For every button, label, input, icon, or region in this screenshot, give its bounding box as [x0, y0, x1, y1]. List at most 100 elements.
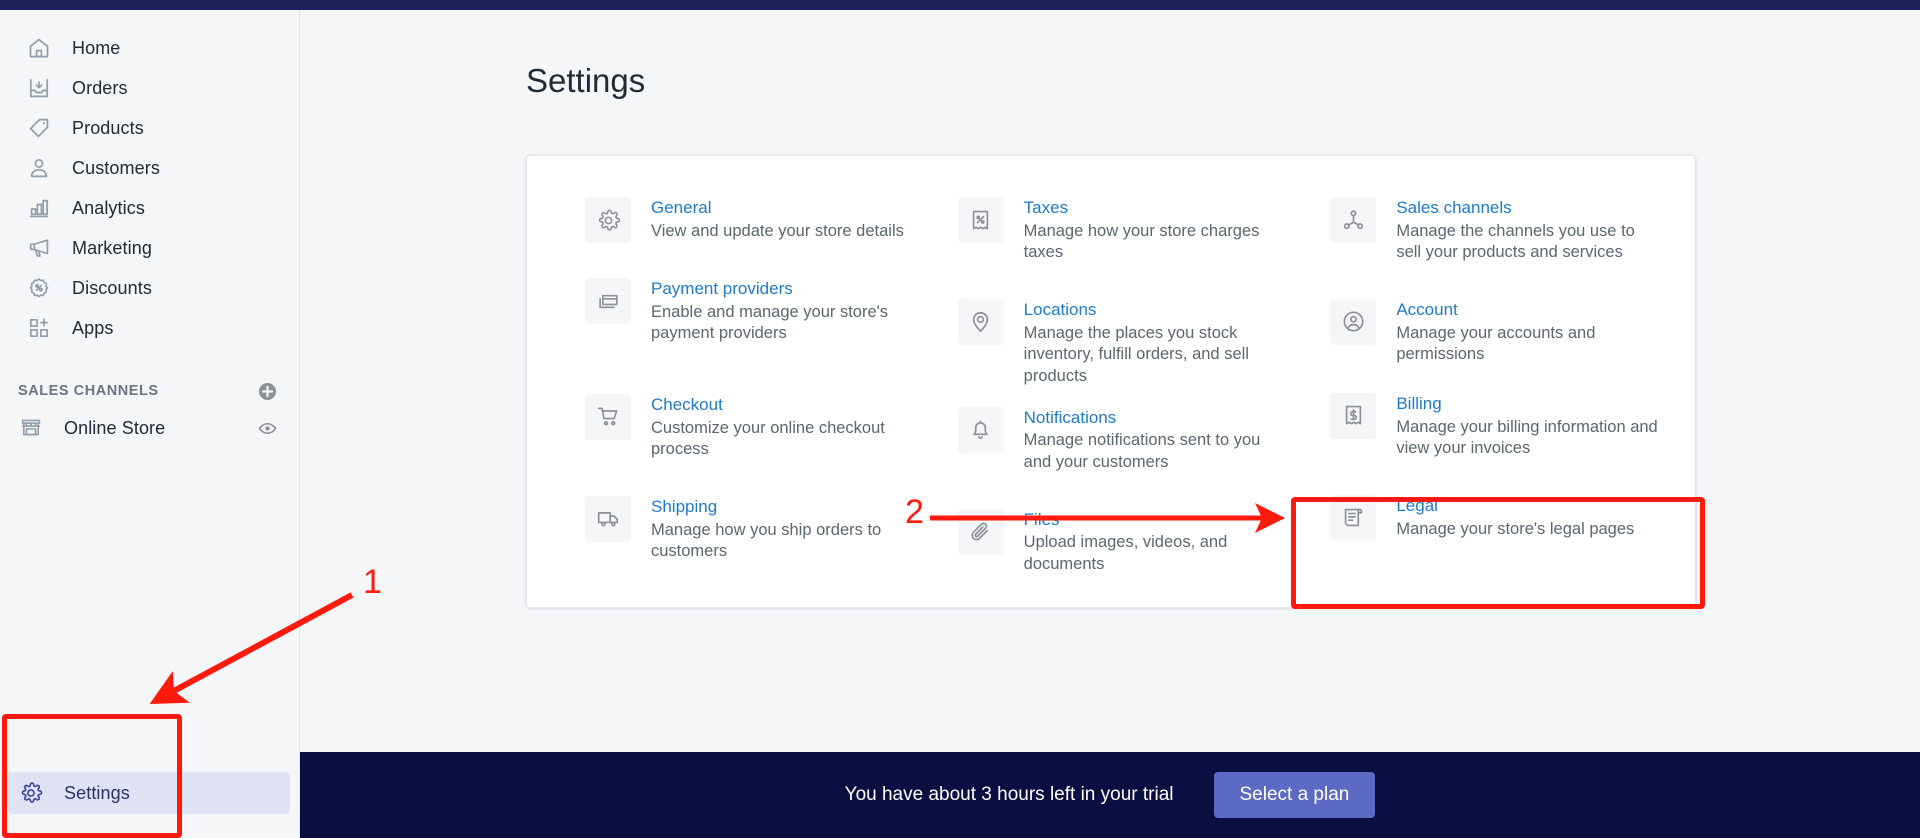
account-circle-icon	[1330, 298, 1377, 345]
setting-description: Manage how your store charges taxes	[1023, 221, 1260, 262]
page-title: Settings	[526, 62, 646, 99]
setting-title[interactable]: Shipping	[651, 496, 916, 518]
setting-title[interactable]: Notifications	[1024, 407, 1289, 429]
setting-title[interactable]: General	[651, 197, 904, 219]
setting-account[interactable]: Account Manage your accounts and permiss…	[1302, 296, 1665, 368]
sidebar-item-settings[interactable]: Settings	[8, 772, 290, 814]
cart-icon	[585, 393, 631, 440]
setting-files[interactable]: Files Upload images, videos, and documen…	[930, 506, 1293, 578]
setting-title[interactable]: Account	[1396, 299, 1661, 321]
select-a-plan-button[interactable]: Select a plan	[1213, 772, 1376, 818]
sidebar: Home Orders Products Customers Analytics…	[0, 10, 300, 838]
setting-text: Files Upload images, videos, and documen…	[1024, 508, 1289, 576]
plus-circle-icon[interactable]	[258, 382, 277, 401]
setting-locations[interactable]: Locations Manage the places you stock in…	[930, 296, 1293, 390]
sales-channels-title: SALES CHANNELS	[18, 383, 159, 399]
sidebar-item-label: Analytics	[72, 197, 145, 218]
setting-payment-providers[interactable]: Payment providers Enable and manage your…	[557, 275, 920, 347]
sidebar-item-label: Home	[72, 37, 121, 58]
setting-taxes[interactable]: Taxes Manage how your store charges taxe…	[930, 194, 1293, 266]
setting-title[interactable]: Sales channels	[1396, 197, 1661, 219]
sidebar-item-label: Discounts	[72, 277, 152, 298]
column-spacer	[1302, 368, 1665, 390]
settings-card: General View and update your store detai…	[526, 155, 1696, 609]
home-icon	[26, 35, 52, 61]
setting-shipping[interactable]: Shipping Manage how you ship orders to c…	[557, 493, 920, 565]
setting-description: Customize your online checkout process	[651, 418, 885, 459]
setting-description: Manage the channels you use to sell your…	[1396, 221, 1635, 262]
setting-title[interactable]: Billing	[1396, 393, 1661, 415]
shopify-admin-settings-screen: Home Orders Products Customers Analytics…	[0, 0, 1920, 838]
setting-text: Payment providers Enable and manage your…	[651, 277, 916, 345]
sidebar-item-label: Online Store	[64, 417, 166, 438]
setting-description: Manage the places you stock inventory, f…	[1023, 323, 1249, 385]
setting-text: General View and update your store detai…	[651, 196, 904, 242]
column-spacer	[930, 390, 1293, 404]
setting-notifications[interactable]: Notifications Manage notifications sent …	[930, 404, 1293, 476]
sidebar-item-apps[interactable]: Apps	[8, 308, 291, 348]
sidebar-item-label: Apps	[72, 317, 114, 338]
setting-checkout[interactable]: Checkout Customize your online checkout …	[557, 391, 920, 463]
setting-description: Enable and manage your store's payment p…	[651, 302, 889, 343]
network-nodes-icon	[1330, 197, 1377, 243]
sidebar-item-home[interactable]: Home	[8, 28, 291, 68]
settings-grid: General View and update your store detai…	[557, 194, 1665, 577]
setting-title[interactable]: Files	[1024, 509, 1289, 531]
customer-person-icon	[26, 155, 52, 181]
receipt-dollar-icon	[1330, 392, 1377, 439]
product-tag-icon	[26, 115, 52, 141]
location-pin-icon	[957, 298, 1004, 345]
legal-scroll-icon	[1330, 494, 1377, 541]
setting-title[interactable]: Checkout	[651, 394, 916, 416]
sidebar-item-marketing[interactable]: Marketing	[8, 228, 291, 268]
apps-grid-plus-icon	[26, 315, 52, 341]
setting-text: Notifications Manage notifications sent …	[1024, 406, 1289, 474]
discount-badge-percent-icon	[26, 275, 52, 301]
setting-sales-channels[interactable]: Sales channels Manage the channels you u…	[1302, 194, 1665, 266]
setting-text: Sales channels Manage the channels you u…	[1396, 196, 1661, 264]
bell-icon	[957, 406, 1004, 453]
settings-column-2: Taxes Manage how your store charges taxe…	[930, 194, 1293, 577]
sidebar-item-customers[interactable]: Customers	[8, 148, 291, 188]
setting-text: Account Manage your accounts and permiss…	[1396, 298, 1661, 366]
eye-icon[interactable]	[258, 419, 277, 438]
sidebar-nav-list: Home Orders Products Customers Analytics…	[0, 10, 299, 348]
setting-description: Manage how you ship orders to customers	[651, 520, 882, 561]
setting-description: View and update your store details	[651, 221, 904, 240]
orders-inbox-icon	[26, 75, 52, 101]
setting-title[interactable]: Taxes	[1024, 197, 1289, 219]
gear-icon	[18, 780, 44, 806]
receipt-percent-icon	[957, 197, 1004, 243]
setting-text: Billing Manage your billing information …	[1396, 392, 1661, 460]
setting-title[interactable]: Locations	[1024, 299, 1289, 321]
setting-text: Checkout Customize your online checkout …	[651, 393, 916, 461]
sidebar-item-label: Marketing	[72, 237, 152, 258]
settings-column-1: General View and update your store detai…	[557, 194, 920, 577]
paperclip-icon	[957, 508, 1004, 555]
sidebar-item-label: Products	[72, 117, 144, 138]
sales-channels-section-header: SALES CHANNELS	[0, 374, 299, 408]
truck-icon	[585, 495, 631, 542]
setting-text: Locations Manage the places you stock in…	[1024, 298, 1289, 388]
gear-icon	[585, 197, 631, 243]
setting-description: Manage your store's legal pages	[1396, 519, 1635, 538]
settings-column-3: Sales channels Manage the channels you u…	[1302, 194, 1665, 577]
sidebar-item-products[interactable]: Products	[8, 108, 291, 148]
trial-banner: You have about 3 hours left in your tria…	[300, 752, 1920, 838]
payment-card-icon	[585, 278, 631, 324]
setting-text: Taxes Manage how your store charges taxe…	[1024, 196, 1289, 264]
top-bar	[0, 0, 1920, 10]
sidebar-item-label: Customers	[72, 157, 160, 178]
setting-title[interactable]: Legal	[1396, 495, 1634, 517]
setting-billing[interactable]: Billing Manage your billing information …	[1302, 390, 1665, 462]
analytics-bars-icon	[26, 195, 52, 221]
setting-description: Manage your billing information and view…	[1396, 417, 1658, 458]
storefront-icon	[18, 415, 44, 441]
sidebar-item-online-store[interactable]: Online Store	[0, 408, 299, 448]
setting-title[interactable]: Payment providers	[651, 278, 916, 300]
sidebar-item-orders[interactable]: Orders	[8, 68, 291, 108]
setting-general[interactable]: General View and update your store detai…	[557, 194, 920, 245]
setting-legal[interactable]: Legal Manage your store's legal pages	[1302, 492, 1665, 543]
sidebar-item-analytics[interactable]: Analytics	[8, 188, 291, 228]
sidebar-item-discounts[interactable]: Discounts	[8, 268, 291, 308]
